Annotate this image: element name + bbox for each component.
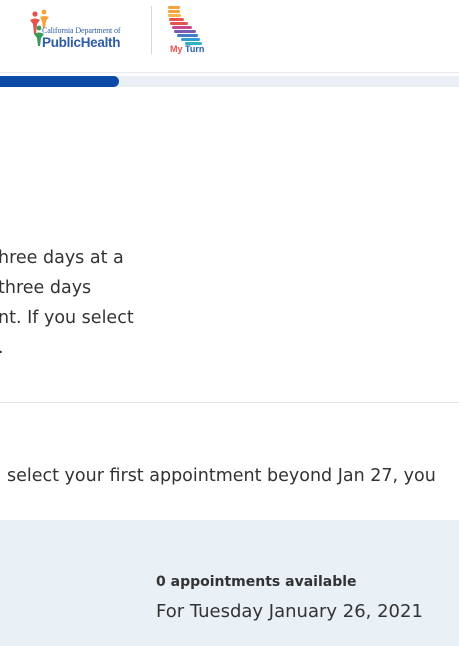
- availability-date: For Tuesday January 26, 2021: [156, 601, 423, 622]
- instructions-paragraph: hree days at a three days nt. If you sel…: [0, 243, 458, 363]
- appointments-available-count: 0 appointments available: [156, 574, 357, 590]
- page: California Department of PublicHealth My…: [0, 0, 459, 646]
- instructions-line: hree days at a: [0, 248, 124, 268]
- section-divider: [0, 402, 459, 403]
- cdph-logo-small-text: California Department of: [42, 26, 121, 35]
- cdph-logo[interactable]: California Department of PublicHealth: [28, 8, 140, 52]
- progress-bar-fill: [0, 76, 120, 87]
- appointment-notice: select your first appointment beyond Jan…: [7, 466, 436, 486]
- site-header: California Department of PublicHealth My…: [0, 0, 459, 73]
- myturn-my-text: My: [170, 44, 183, 54]
- myturn-logo-text: My Turn: [170, 44, 204, 54]
- instructions-line: .: [0, 333, 458, 363]
- cdph-logo-big-text: PublicHealth: [42, 35, 121, 50]
- myturn-turn-text: Turn: [185, 44, 205, 54]
- progress-bar: [0, 76, 459, 87]
- instructions-line: nt. If you select: [0, 308, 134, 328]
- instructions-line: three days: [0, 278, 92, 298]
- header-divider: [151, 6, 152, 54]
